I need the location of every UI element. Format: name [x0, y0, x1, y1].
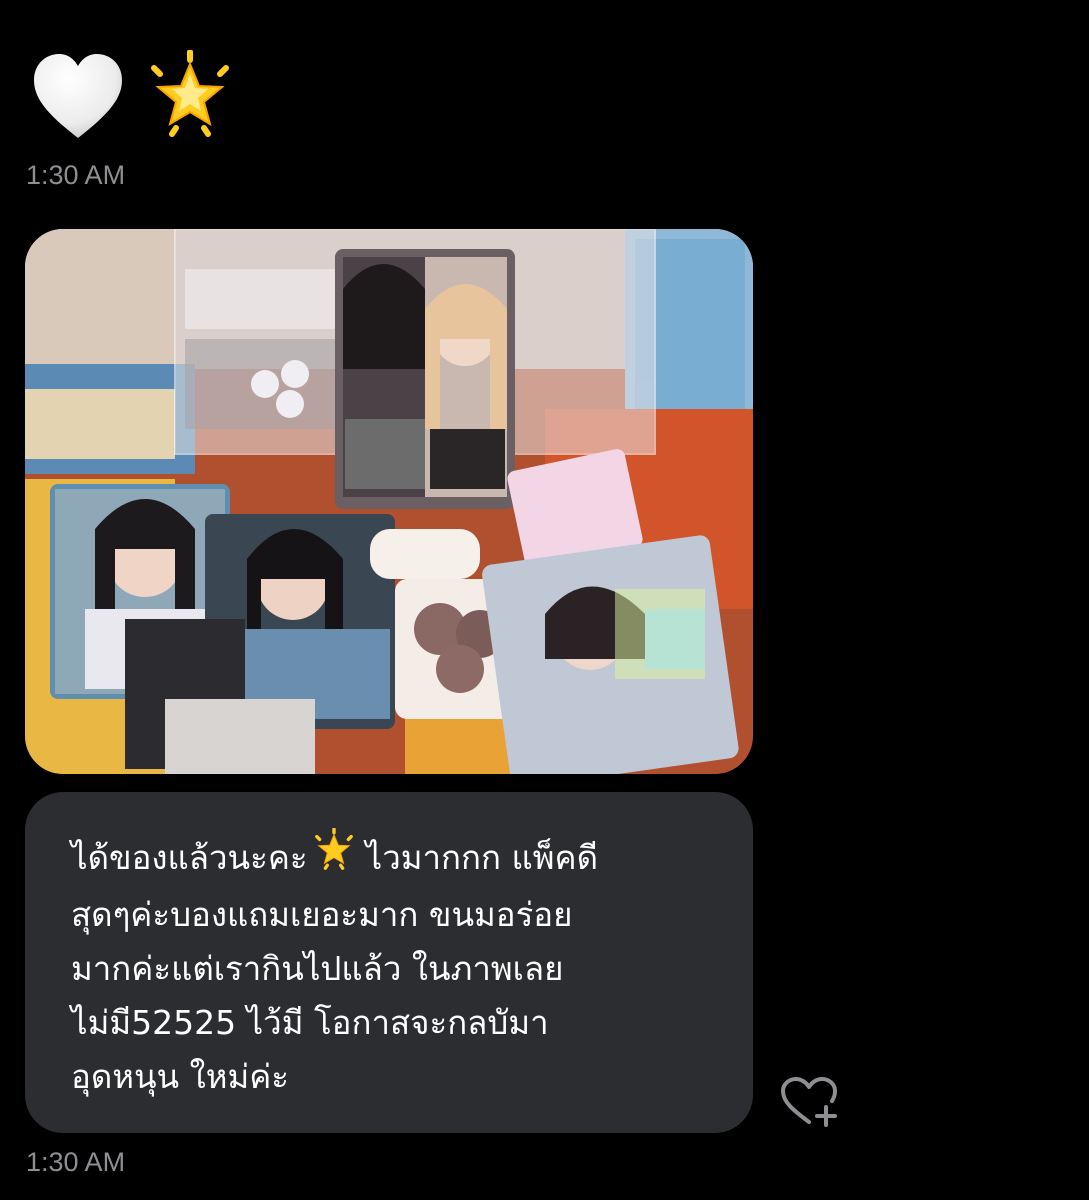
photocard-photo	[25, 229, 753, 774]
emoji-message[interactable]	[30, 48, 236, 148]
message-timestamp: 1:30 AM	[26, 160, 126, 190]
text-message[interactable]: ได้ของแล้วนะคะ ไวมากกก แพ็คดี สุดๆค่ะบอง…	[25, 792, 753, 1133]
message-line: ไม่มี52525 ไว้มี โอกาสจะกลบัมา	[71, 1003, 549, 1042]
heart-plus-icon	[781, 1077, 837, 1127]
message-timestamp: 1:30 AM	[26, 1147, 126, 1177]
message-line: สุดๆค่ะบองแถมเยอะมาก ขนมอร่อย	[71, 895, 573, 934]
glowing-star-icon	[144, 48, 236, 147]
photo-message[interactable]	[25, 229, 753, 774]
white-heart-icon	[30, 50, 126, 147]
message-text: ได้ของแล้วนะคะ	[71, 838, 308, 877]
message-line: ได้ของแล้วนะคะ ไวมากกก แพ็คดี	[71, 827, 709, 888]
add-reaction-button[interactable]	[779, 1076, 839, 1128]
message-line: อุดหนุน ใหม่ค่ะ	[71, 1057, 290, 1096]
message-text: ไวมากกก แพ็คดี	[365, 838, 598, 877]
message-line: มากค่ะแต่เรากินไปแล้ว ในภาพเลย	[71, 949, 564, 988]
glowing-star-icon	[312, 827, 356, 888]
